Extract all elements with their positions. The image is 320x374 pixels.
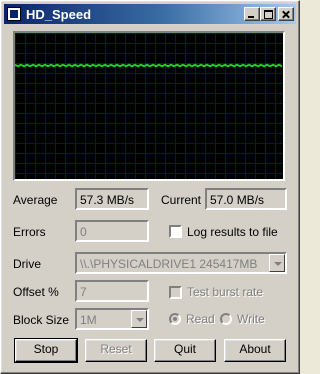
current-value-field: 57.0 MB/s xyxy=(205,188,287,210)
offset-label: Offset % xyxy=(13,285,59,299)
speed-trace-line xyxy=(15,63,283,68)
block-size-select[interactable]: 1M xyxy=(75,308,149,330)
reset-button[interactable]: Reset xyxy=(85,339,147,362)
quit-button[interactable]: Quit xyxy=(154,339,216,362)
minimize-button[interactable] xyxy=(244,7,260,21)
chevron-down-icon[interactable] xyxy=(269,254,285,272)
test-burst-rate-label[interactable]: Test burst rate xyxy=(187,285,263,299)
write-radio-label[interactable]: Write xyxy=(237,312,265,326)
read-radio-label[interactable]: Read xyxy=(186,312,215,326)
log-results-label[interactable]: Log results to file xyxy=(187,225,278,239)
test-burst-rate-checkbox[interactable] xyxy=(169,286,182,299)
close-button[interactable] xyxy=(278,7,294,21)
block-size-select-value: 1M xyxy=(80,313,97,327)
speed-graph-canvas xyxy=(15,33,283,179)
drive-select[interactable]: \\.\PHYSICALDRIVE1 245417MB xyxy=(75,252,287,274)
app-icon[interactable] xyxy=(7,7,21,21)
errors-value-field: 0 xyxy=(75,220,149,242)
errors-label: Errors xyxy=(13,225,46,239)
about-button[interactable]: About xyxy=(224,339,286,362)
log-results-checkbox[interactable] xyxy=(169,225,182,238)
offset-field[interactable]: 7 xyxy=(75,280,149,302)
average-value-field: 57.3 MB/s xyxy=(75,188,149,210)
average-label: Average xyxy=(13,193,58,207)
block-size-label: Block Size xyxy=(13,313,70,327)
maximize-button[interactable] xyxy=(260,7,276,21)
read-radio[interactable] xyxy=(169,313,181,325)
drive-label: Drive xyxy=(13,257,42,271)
window-title: HD_Speed xyxy=(26,7,92,22)
current-label: Current xyxy=(161,193,202,207)
write-radio[interactable] xyxy=(220,313,232,325)
title-bar[interactable]: HD_Speed xyxy=(4,4,296,24)
chevron-down-icon[interactable] xyxy=(131,310,147,328)
speed-graph xyxy=(13,31,285,181)
stop-button[interactable]: Stop xyxy=(14,338,78,363)
hd-speed-window: HD_Speed Average 57.3 MB/s Current 57.0 … xyxy=(0,0,300,374)
drive-select-value: \\.\PHYSICALDRIVE1 245417MB xyxy=(80,257,258,271)
